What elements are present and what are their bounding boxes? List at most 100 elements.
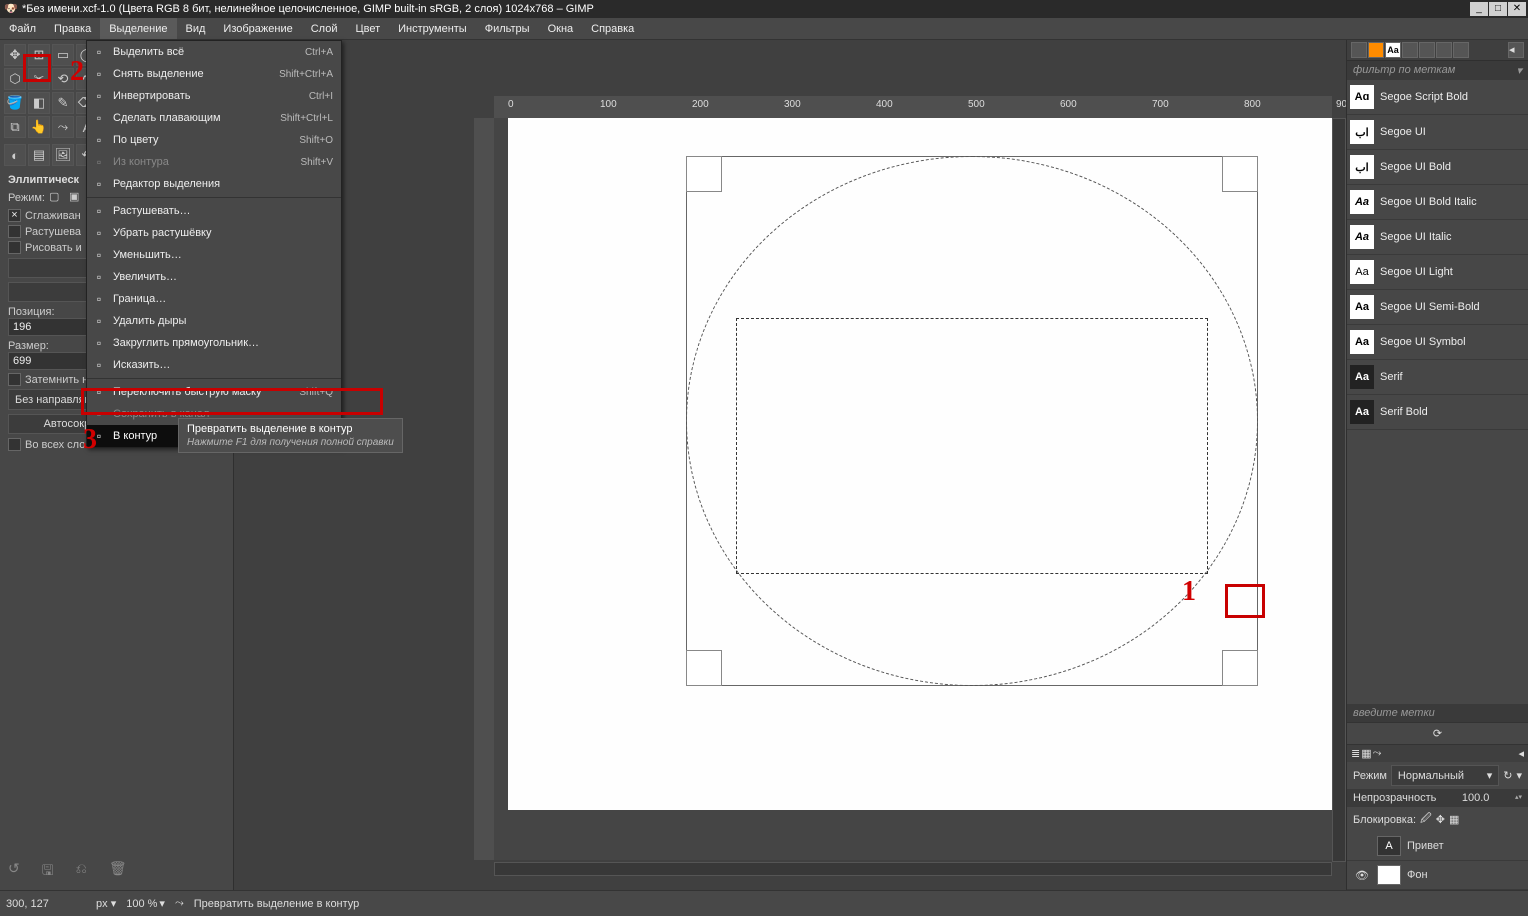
darken-checkbox[interactable] xyxy=(8,373,21,386)
menu-item-by-color[interactable]: ▫По цветуShift+O xyxy=(87,129,341,151)
status-zoom-combo[interactable]: 100 % xyxy=(126,897,165,910)
menu-help[interactable]: Справка xyxy=(582,18,643,39)
font-item[interactable]: AɑSegoe Script Bold xyxy=(1347,80,1528,115)
lock-pixels-icon[interactable]: 🖉 xyxy=(1420,810,1432,829)
tool-align[interactable]: ⊞ xyxy=(28,44,50,66)
menu-file[interactable]: Файл xyxy=(0,18,45,39)
menu-item-remove-holes[interactable]: ▫Удалить дыры xyxy=(87,310,341,332)
mode-switch-icon[interactable]: ↻ xyxy=(1503,769,1512,782)
maximize-button[interactable]: □ xyxy=(1489,2,1507,16)
tool-clone[interactable]: ⧉ xyxy=(4,116,26,138)
tab-patterns-icon[interactable] xyxy=(1368,42,1384,58)
close-button[interactable]: ✕ xyxy=(1508,2,1526,16)
minimize-button[interactable]: _ xyxy=(1470,2,1488,16)
menu-item-editor[interactable]: ▫Редактор выделения xyxy=(87,173,341,195)
tool-bucket[interactable]: 🪣 xyxy=(4,92,26,114)
handle-bottom-left[interactable] xyxy=(686,650,722,686)
menu-item-feather[interactable]: ▫Растушевать… xyxy=(87,200,341,222)
menu-item-rounded[interactable]: ▫Закруглить прямоугольник… xyxy=(87,332,341,354)
handle-top-right[interactable] xyxy=(1222,156,1258,192)
menu-item-select-none[interactable]: ▫Снять выделениеShift+Ctrl+A xyxy=(87,63,341,85)
dock-menu-right-icon[interactable]: ◂ xyxy=(1508,42,1524,58)
layers-mode-combo[interactable]: Нормальный xyxy=(1391,765,1499,786)
font-item[interactable]: AaSerif Bold xyxy=(1347,395,1528,430)
menu-item-border[interactable]: ▫Граница… xyxy=(87,288,341,310)
status-unit-combo[interactable]: px xyxy=(96,897,116,910)
delete-icon[interactable]: 🗑 xyxy=(109,860,127,884)
lock-position-icon[interactable]: ✥ xyxy=(1436,813,1445,826)
tool-pencil[interactable]: ✎ xyxy=(52,92,74,114)
opacity-spinner[interactable]: ▴▾ xyxy=(1515,795,1522,801)
tool-gradient[interactable]: ◧ xyxy=(28,92,50,114)
font-item[interactable]: ابSegoe UI xyxy=(1347,115,1528,150)
layer-item[interactable]: AПривет xyxy=(1347,832,1528,861)
dock-images-tab[interactable]: 🖼 xyxy=(52,144,74,166)
mode-replace-icon[interactable]: ▢ xyxy=(49,190,65,206)
font-item[interactable]: AaSegoe UI Italic xyxy=(1347,220,1528,255)
menu-item-select-all[interactable]: ▫Выделить всёCtrl+A xyxy=(87,41,341,63)
menu-view[interactable]: Вид xyxy=(177,18,215,39)
tab-histogram-icon[interactable] xyxy=(1436,42,1452,58)
menu-item-shrink[interactable]: ▫Уменьшить… xyxy=(87,244,341,266)
tab-palettes-icon[interactable] xyxy=(1419,42,1435,58)
restore-icon[interactable]: ⎌ xyxy=(76,860,87,884)
feather-checkbox[interactable] xyxy=(8,225,21,238)
tab-layers-icon[interactable]: ≣ xyxy=(1351,747,1360,760)
font-list[interactable]: AɑSegoe Script BoldابSegoe UIابSegoe UI … xyxy=(1347,80,1528,704)
chevron-down-icon[interactable] xyxy=(1516,769,1522,782)
menu-item-sharpen[interactable]: ▫Убрать растушёвку xyxy=(87,222,341,244)
font-item[interactable]: ابSegoe UI Bold xyxy=(1347,150,1528,185)
menu-select[interactable]: Выделение xyxy=(100,18,176,39)
tool-smudge[interactable]: 👆 xyxy=(28,116,50,138)
menu-filters[interactable]: Фильтры xyxy=(476,18,539,39)
tab-channels-icon[interactable]: ▦ xyxy=(1361,747,1371,760)
alllayers-checkbox[interactable] xyxy=(8,438,21,451)
font-item[interactable]: AaSegoe UI Symbol xyxy=(1347,325,1528,360)
tool-free-select[interactable]: ⬡ xyxy=(4,68,26,90)
tab-paths-icon[interactable]: ⤳ xyxy=(1373,747,1382,760)
layer-visibility-icon[interactable] xyxy=(1353,837,1371,855)
save-preset-icon[interactable]: 🖫 xyxy=(42,860,54,884)
layer-list[interactable]: AПривет👁Фон xyxy=(1347,832,1528,890)
tab-brushes-icon[interactable] xyxy=(1351,42,1367,58)
reset-icon[interactable]: ↺ xyxy=(8,860,20,884)
enter-tags-row[interactable]: введите метки xyxy=(1347,704,1528,722)
tab-fonts-icon[interactable]: Aa xyxy=(1385,42,1401,58)
layer-item[interactable]: 👁Фон xyxy=(1347,861,1528,890)
menu-item-distort[interactable]: ▫Исказить… xyxy=(87,354,341,376)
menu-image[interactable]: Изображение xyxy=(214,18,301,39)
canvas-viewport[interactable] xyxy=(494,118,1332,860)
menu-edit[interactable]: Правка xyxy=(45,18,100,39)
menu-item-invert[interactable]: ▫ИнвертироватьCtrl+I xyxy=(87,85,341,107)
menu-layer[interactable]: Слой xyxy=(302,18,347,39)
lock-alpha-icon[interactable]: ▦ xyxy=(1449,813,1459,826)
opacity-value[interactable]: 100.0 xyxy=(1462,792,1490,804)
menu-item-float[interactable]: ▫Сделать плавающимShift+Ctrl+L xyxy=(87,107,341,129)
tab-document-icon[interactable] xyxy=(1453,42,1469,58)
vertical-scrollbar[interactable] xyxy=(1332,118,1346,862)
handle-bottom-right[interactable] xyxy=(1222,650,1258,686)
horizontal-scrollbar[interactable] xyxy=(494,862,1332,876)
refresh-fonts-row[interactable]: ⟳ xyxy=(1347,722,1528,745)
filter-tags-row[interactable]: фильтр по меткам xyxy=(1347,61,1528,80)
font-item[interactable]: AaSegoe UI Bold Italic xyxy=(1347,185,1528,220)
tool-crop[interactable]: ✂ xyxy=(28,68,50,90)
font-item[interactable]: AaSegoe UI Light xyxy=(1347,255,1528,290)
menu-windows[interactable]: Окна xyxy=(539,18,583,39)
menu-colors[interactable]: Цвет xyxy=(346,18,389,39)
layers-dock-menu-icon[interactable]: ◂ xyxy=(1518,747,1524,760)
font-item[interactable]: AaSerif xyxy=(1347,360,1528,395)
dock-tool-options-tab[interactable]: ◐ xyxy=(4,144,26,166)
layer-visibility-icon[interactable]: 👁 xyxy=(1353,866,1371,884)
font-item[interactable]: AaSegoe UI Semi-Bold xyxy=(1347,290,1528,325)
drawfrom-checkbox[interactable] xyxy=(8,241,21,254)
antialias-checkbox[interactable] xyxy=(8,209,21,222)
handle-top-left[interactable] xyxy=(686,156,722,192)
dock-device-tab[interactable]: ▤ xyxy=(28,144,50,166)
tab-gradients-icon[interactable] xyxy=(1402,42,1418,58)
canvas[interactable] xyxy=(508,118,1346,810)
menu-item-quickmask[interactable]: ▫Переключить быструю маскуShift+Q xyxy=(87,381,341,403)
menu-item-grow[interactable]: ▫Увеличить… xyxy=(87,266,341,288)
tool-move[interactable]: ✥ xyxy=(4,44,26,66)
mode-add-icon[interactable]: ▣ xyxy=(69,190,85,206)
